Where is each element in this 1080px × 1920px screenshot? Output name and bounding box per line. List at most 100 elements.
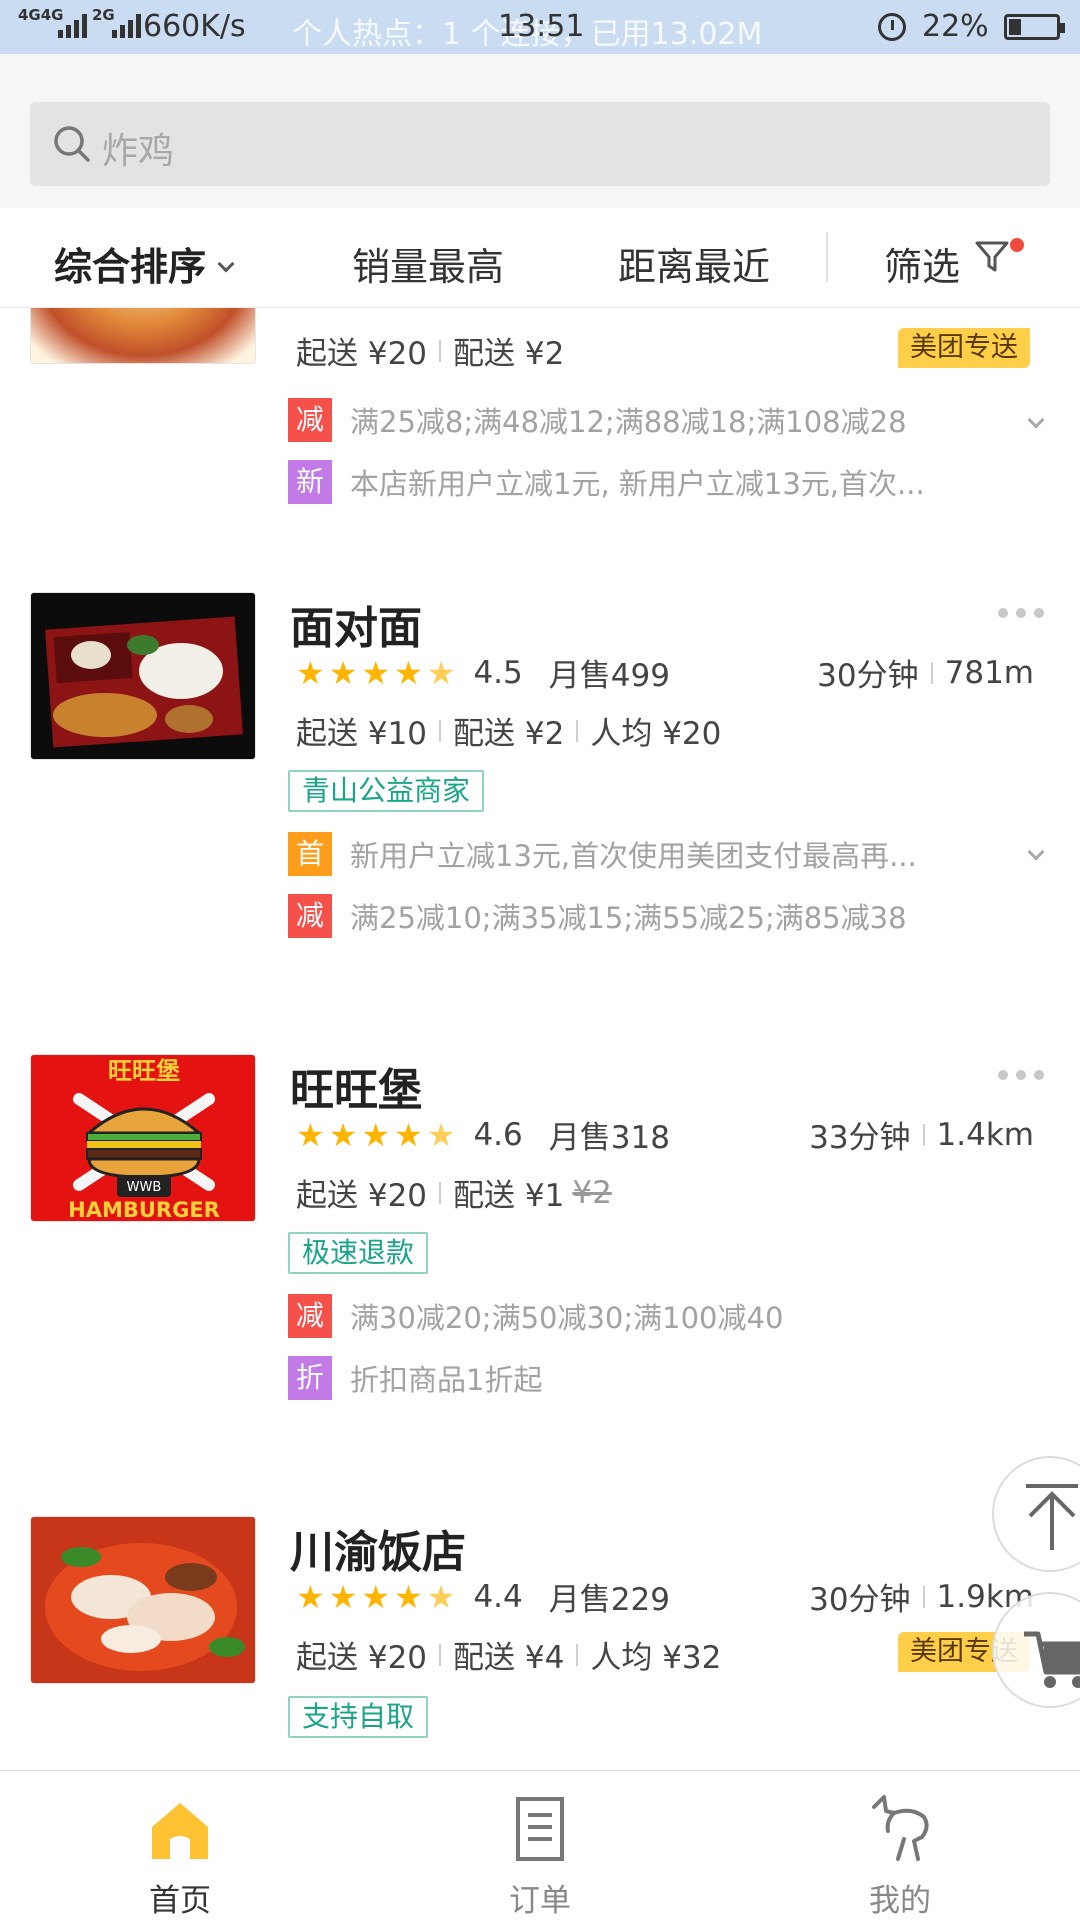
search-header: 炸鸡 <box>0 54 1080 208</box>
promo-row: 减 满30减20;满50减30;满100减40 <box>288 1294 1048 1338</box>
fast-refund-tag: 极速退款 <box>288 1232 429 1274</box>
min-order: 起送 ¥20 <box>296 336 428 372</box>
promo-row[interactable]: 减 满25减8;满48减12;满88减18;满108减28 <box>288 398 1048 442</box>
nav-mine[interactable]: 我的 <box>720 1771 1080 1920</box>
separator <box>439 1643 442 1666</box>
star-icon: ★ <box>328 653 358 692</box>
shop-name[interactable]: 面对面 <box>290 592 422 656</box>
half-star-icon: ★ <box>426 1577 456 1616</box>
cart-icon <box>1024 1631 1080 1688</box>
sort-by-sales[interactable]: 销量最高 <box>352 236 504 291</box>
promo-row: 折 折扣商品1折起 <box>288 1356 1048 1400</box>
nav-mine-label: 我的 <box>869 1883 931 1919</box>
more-icon[interactable] <box>998 1070 1044 1080</box>
nav-home-label: 首页 <box>149 1883 211 1919</box>
hamburger-logo: 旺旺堡 WWB HAMBURGER <box>31 1055 255 1221</box>
divider <box>826 232 828 282</box>
promo-text: 折扣商品1折起 <box>350 1363 543 1397</box>
filter-bar: 综合排序 销量最高 距离最近 筛选 <box>0 208 1080 308</box>
status-bar: 4G4G 2G 660K/s 个人热点：1 个连接，已用13.02M 13:51… <box>0 0 1080 54</box>
delivery-fee: 配送 ¥1 <box>453 1178 565 1214</box>
filter-button[interactable]: 筛选 <box>884 236 960 291</box>
separator <box>576 719 579 742</box>
signal-icon <box>58 14 87 38</box>
more-icon[interactable] <box>998 608 1044 618</box>
monthly-sales: 月售229 <box>548 1582 670 1618</box>
rating-value: 4.5 <box>473 654 523 691</box>
sort-label: 综合排序 <box>54 245 207 289</box>
search-icon <box>54 126 90 162</box>
promo-text: 新用户立减13元,首次使用美团支付最高再... <box>350 839 917 873</box>
original-delivery-fee: ¥2 <box>572 1174 612 1211</box>
orders-icon <box>516 1797 564 1861</box>
star-icon: ★ <box>394 653 423 692</box>
distance: 1.4km <box>936 1116 1034 1153</box>
shop-name[interactable]: 川渝饭店 <box>290 1516 466 1580</box>
promo-row: 减 满25减10;满35减15;满55减25;满85减38 <box>288 894 1048 938</box>
star-icon: ★ <box>296 1115 325 1154</box>
battery-percent: 22% <box>922 9 989 44</box>
sort-dropdown[interactable]: 综合排序 <box>54 236 235 291</box>
monthly-sales: 月售499 <box>548 658 670 694</box>
search-placeholder: 炸鸡 <box>102 131 175 172</box>
search-input[interactable]: 炸鸡 <box>30 102 1050 186</box>
arrow-up-icon <box>1026 1484 1078 1550</box>
logo-text-top: 旺旺堡 <box>108 1057 180 1085</box>
star-icon: ★ <box>361 653 391 692</box>
delivery-time: 33分钟 <box>809 1120 911 1156</box>
delivery-time: 30分钟 <box>809 1582 911 1618</box>
sale-badge: 折 <box>288 1356 332 1400</box>
notification-dot <box>1010 238 1024 252</box>
shop-thumbnail[interactable] <box>30 1516 256 1684</box>
average-price: 人均 ¥20 <box>590 716 722 752</box>
cart-button[interactable] <box>992 1592 1080 1708</box>
kangaroo-icon <box>872 1795 929 1861</box>
star-icon: ★ <box>361 1577 391 1616</box>
funnel-icon[interactable] <box>974 238 1010 274</box>
home-icon <box>152 1803 208 1859</box>
nav-home[interactable]: 首页 <box>0 1771 360 1920</box>
separator <box>576 1643 579 1666</box>
star-icon: ★ <box>328 1577 358 1616</box>
star-icon: ★ <box>296 1577 325 1616</box>
logo-text-mid: WWB <box>127 1180 162 1195</box>
battery-icon <box>1004 14 1065 40</box>
distance: 781m <box>944 654 1034 691</box>
filter-label: 筛选 <box>884 245 961 289</box>
separator <box>439 1181 442 1204</box>
half-star-icon: ★ <box>426 1115 456 1154</box>
rating-value: 4.4 <box>473 1578 523 1615</box>
promo-row[interactable]: 首 新用户立减13元,首次使用美团支付最高再... <box>288 832 1048 876</box>
sort-by-distance[interactable]: 距离最近 <box>618 236 770 291</box>
delivery-fee: 配送 ¥4 <box>453 1640 565 1676</box>
delivery-fee: 配送 ¥2 <box>453 336 565 372</box>
shop-list[interactable]: 起送 ¥20 配送 ¥2 美团专送 减 满25减8;满48减12;满88减18;满… <box>0 308 1080 1770</box>
nav-orders[interactable]: 订单 <box>360 1771 720 1920</box>
bottom-nav: 首页 订单 我的 <box>0 1770 1080 1920</box>
rating-stars: ★ ★ ★ ★ ★ <box>296 1581 455 1613</box>
star-icon: ★ <box>296 653 325 692</box>
discount-badge: 减 <box>288 894 332 938</box>
separator <box>930 661 933 684</box>
network-speed: 660K/s <box>143 9 246 44</box>
charity-tag: 青山公益商家 <box>288 770 485 812</box>
shop-thumbnail[interactable] <box>30 308 256 364</box>
promo-row: 新 本店新用户立减1元, 新用户立减13元,首次... <box>288 460 1048 504</box>
rating-value: 4.6 <box>473 1116 523 1153</box>
rating-stars: ★ ★ ★ ★ ★ <box>296 1119 455 1151</box>
min-order: 起送 ¥20 <box>296 1640 428 1676</box>
shop-thumbnail[interactable]: 旺旺堡 WWB HAMBURGER <box>30 1054 256 1222</box>
min-order: 起送 ¥10 <box>296 716 428 752</box>
separator <box>439 719 442 742</box>
separator <box>922 1123 925 1146</box>
clock: 13:51 <box>498 9 585 44</box>
star-icon: ★ <box>328 1115 358 1154</box>
star-icon: ★ <box>394 1577 423 1616</box>
shop-name[interactable]: 旺旺堡 <box>290 1054 422 1118</box>
shop-thumbnail[interactable] <box>30 592 256 760</box>
promo-text: 本店新用户立减1元, 新用户立减13元,首次... <box>350 467 925 501</box>
back-to-top-button[interactable] <box>992 1456 1080 1572</box>
nav-orders-label: 订单 <box>509 1883 571 1919</box>
average-price: 人均 ¥32 <box>590 1640 722 1676</box>
promo-text: 满25减8;满48减12;满88减18;满108减28 <box>350 405 907 439</box>
